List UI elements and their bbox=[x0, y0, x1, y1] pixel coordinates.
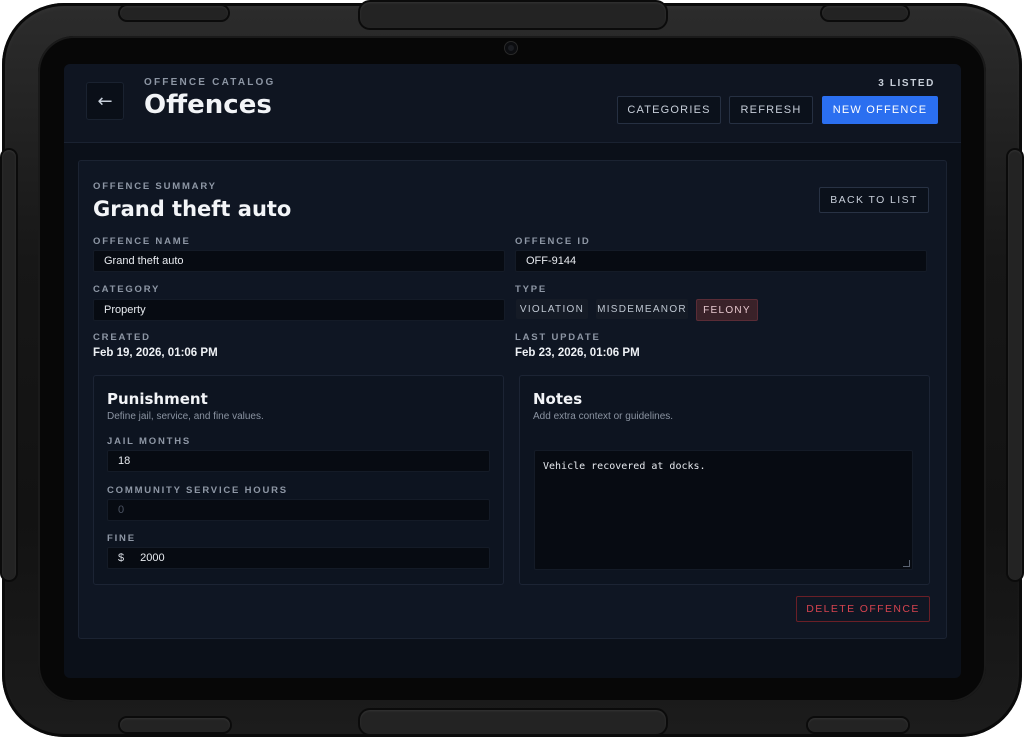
top-bumper bbox=[360, 2, 666, 28]
notes-panel: Notes Add extra context or guidelines. V… bbox=[519, 375, 930, 585]
type-violation-button[interactable]: VIOLATION bbox=[516, 299, 588, 319]
punishment-title: Punishment bbox=[107, 390, 208, 408]
category-select[interactable]: Property bbox=[93, 299, 505, 321]
dollar-currency-icon: $ bbox=[118, 552, 125, 564]
fine-value: 2000 bbox=[140, 552, 165, 564]
punishment-panel: Punishment Define jail, service, and fin… bbox=[93, 375, 504, 585]
punishment-subtitle: Define jail, service, and fine values. bbox=[107, 411, 264, 422]
fine-input[interactable]: $ 2000 bbox=[107, 547, 490, 569]
notes-textarea[interactable]: Vehicle recovered at docks. bbox=[534, 450, 913, 570]
notes-title: Notes bbox=[533, 390, 583, 408]
page-header: ← OFFENCE CATALOG Offences 3 LISTED CATE… bbox=[64, 64, 961, 143]
offence-name-input[interactable]: Grand theft auto bbox=[93, 250, 505, 272]
arrow-left-icon: ← bbox=[97, 90, 113, 112]
offence-summary-card: OFFENCE SUMMARY Grand theft auto BACK TO… bbox=[78, 160, 947, 639]
offence-name-label: OFFENCE NAME bbox=[93, 236, 191, 247]
top-left-corner-bumper bbox=[120, 6, 228, 20]
offence-id-field: OFF-9144 bbox=[515, 250, 927, 272]
created-label: CREATED bbox=[93, 332, 151, 343]
refresh-button[interactable]: REFRESH bbox=[729, 96, 813, 124]
type-misdemeanor-button[interactable]: MISDEMEANOR bbox=[596, 299, 688, 319]
last-update-date: Feb 23, 2026, 01:06 PM bbox=[515, 347, 640, 359]
listed-count: 3 LISTED bbox=[878, 78, 935, 89]
app-screen: ← OFFENCE CATALOG Offences 3 LISTED CATE… bbox=[64, 64, 961, 678]
bottom-left-corner-bumper bbox=[120, 718, 230, 732]
last-update-label: LAST UPDATE bbox=[515, 332, 601, 343]
fine-label: FINE bbox=[107, 533, 136, 544]
new-offence-button[interactable]: NEW OFFENCE bbox=[822, 96, 938, 124]
community-service-label: COMMUNITY SERVICE HOURS bbox=[107, 485, 288, 496]
top-right-corner-bumper bbox=[822, 6, 908, 20]
notes-subtitle: Add extra context or guidelines. bbox=[533, 411, 674, 422]
community-service-input[interactable]: 0 bbox=[107, 499, 490, 521]
left-side-bumper bbox=[2, 150, 16, 580]
summary-title: Grand theft auto bbox=[93, 197, 292, 221]
category-label: CATEGORY bbox=[93, 284, 161, 295]
summary-eyebrow: OFFENCE SUMMARY bbox=[93, 181, 217, 192]
created-date: Feb 19, 2026, 01:06 PM bbox=[93, 347, 218, 359]
catalog-eyebrow: OFFENCE CATALOG bbox=[144, 77, 276, 88]
jail-months-input[interactable]: 18 bbox=[107, 450, 490, 472]
back-button[interactable]: ← bbox=[86, 82, 124, 120]
bottom-right-corner-bumper bbox=[808, 718, 908, 732]
page-title: Offences bbox=[144, 90, 272, 120]
categories-button[interactable]: CATEGORIES bbox=[617, 96, 721, 124]
delete-offence-button[interactable]: DELETE OFFENCE bbox=[796, 596, 930, 622]
back-to-list-button[interactable]: BACK TO LIST bbox=[819, 187, 929, 213]
offence-id-label: OFFENCE ID bbox=[515, 236, 591, 247]
resize-grip-icon[interactable] bbox=[903, 560, 910, 567]
type-label: TYPE bbox=[515, 284, 548, 295]
bottom-bumper bbox=[360, 710, 666, 734]
type-felony-button[interactable]: FELONY bbox=[696, 299, 758, 321]
jail-months-label: JAIL MONTHS bbox=[107, 436, 192, 447]
right-side-bumper bbox=[1008, 150, 1022, 580]
camera-icon bbox=[505, 42, 517, 54]
notes-text: Vehicle recovered at docks. bbox=[543, 461, 706, 472]
